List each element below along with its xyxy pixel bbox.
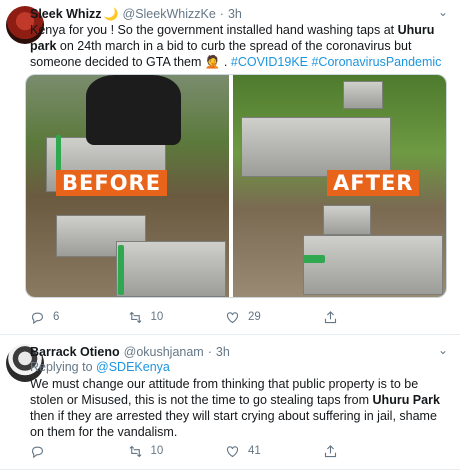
person-gesturing-emoji-icon: 🤦 xyxy=(204,55,221,69)
timestamp[interactable]: 3h xyxy=(228,7,242,21)
reply-icon xyxy=(31,446,44,458)
retweet-icon xyxy=(128,311,142,323)
separator-dot: · xyxy=(219,7,224,21)
sink-shape xyxy=(343,81,384,109)
reply-button[interactable] xyxy=(30,444,128,459)
share-button[interactable] xyxy=(323,310,421,325)
like-button[interactable]: 29 xyxy=(225,310,323,325)
tweet-text-part: We must change our attitude from thinkin… xyxy=(30,377,419,407)
after-label: AFTER xyxy=(327,170,420,196)
hashtag-link[interactable]: #COVID19KE xyxy=(231,55,308,69)
sink-shape xyxy=(323,205,372,235)
user-handle[interactable]: @SleekWhizzKe xyxy=(123,7,216,21)
like-count: 29 xyxy=(248,311,261,323)
tap-shape xyxy=(303,255,326,263)
person-shape xyxy=(86,75,181,145)
share-icon xyxy=(324,310,336,323)
replying-to-link[interactable]: @SDEKenya xyxy=(96,360,170,374)
share-button[interactable] xyxy=(323,444,421,459)
tweet-text-part: then if they are arrested they will star… xyxy=(30,409,437,439)
replying-prefix: Replying to xyxy=(30,360,97,374)
sink-shape xyxy=(303,235,444,295)
like-icon xyxy=(226,445,239,457)
reply-button[interactable]: 6 xyxy=(30,310,128,325)
like-button[interactable]: 41 xyxy=(225,444,323,459)
tweet-sleek-whizz[interactable]: Sleek Whizz 🌙 @SleekWhizzKe · 3h ⌄ Kenya… xyxy=(0,0,460,335)
display-name[interactable]: Barrack Otieno xyxy=(30,345,120,359)
before-photo: BEFORE xyxy=(26,75,230,297)
hashtag-link[interactable]: #CoronavirusPandemic xyxy=(311,55,441,69)
tweet-barrack-otieno[interactable]: Barrack Otieno @okushjanam · 3h ⌄ Replyi… xyxy=(0,335,460,470)
tweet-text: Kenya for you ! So the government instal… xyxy=(30,22,452,70)
tweet-actions: 6 10 29 xyxy=(30,309,420,325)
timestamp[interactable]: 3h xyxy=(216,345,230,359)
like-icon xyxy=(226,311,239,323)
tweet-image[interactable]: BEFORE AFTER xyxy=(25,74,447,298)
tweet-text: We must change our attitude from thinkin… xyxy=(30,376,452,440)
tap-shape xyxy=(56,135,61,175)
separator-dot: · xyxy=(207,345,212,359)
tweet-header: Barrack Otieno @okushjanam · 3h ⌄ xyxy=(30,343,452,361)
sink-shape xyxy=(116,241,226,297)
after-photo: AFTER xyxy=(229,75,446,297)
before-label: BEFORE xyxy=(56,170,168,196)
user-handle[interactable]: @okushjanam xyxy=(124,345,204,359)
like-count: 41 xyxy=(248,445,261,457)
tweet-header: Sleek Whizz 🌙 @SleekWhizzKe · 3h ⌄ xyxy=(30,5,452,23)
reply-count: 6 xyxy=(53,311,60,323)
retweet-icon xyxy=(128,445,142,457)
retweet-button[interactable]: 10 xyxy=(128,444,226,459)
tweet-text-part: Kenya for you ! So the government instal… xyxy=(30,23,398,37)
retweet-count: 10 xyxy=(150,311,164,323)
display-name[interactable]: Sleek Whizz xyxy=(30,7,102,21)
replying-to: Replying to @SDEKenya xyxy=(30,360,170,374)
bold-text: Uhuru Park xyxy=(372,393,440,407)
tweet-text-part: . xyxy=(220,55,231,69)
retweet-count: 10 xyxy=(150,445,164,457)
share-icon xyxy=(324,444,336,457)
emoji-icon: 🌙 xyxy=(103,7,119,21)
reply-icon xyxy=(31,312,44,324)
caret-down-icon[interactable]: ⌄ xyxy=(438,343,448,357)
tweet-actions: 10 41 xyxy=(30,443,420,459)
caret-down-icon[interactable]: ⌄ xyxy=(438,5,448,19)
tap-shape xyxy=(118,245,124,295)
retweet-button[interactable]: 10 xyxy=(128,310,226,325)
sink-shape xyxy=(241,117,392,177)
